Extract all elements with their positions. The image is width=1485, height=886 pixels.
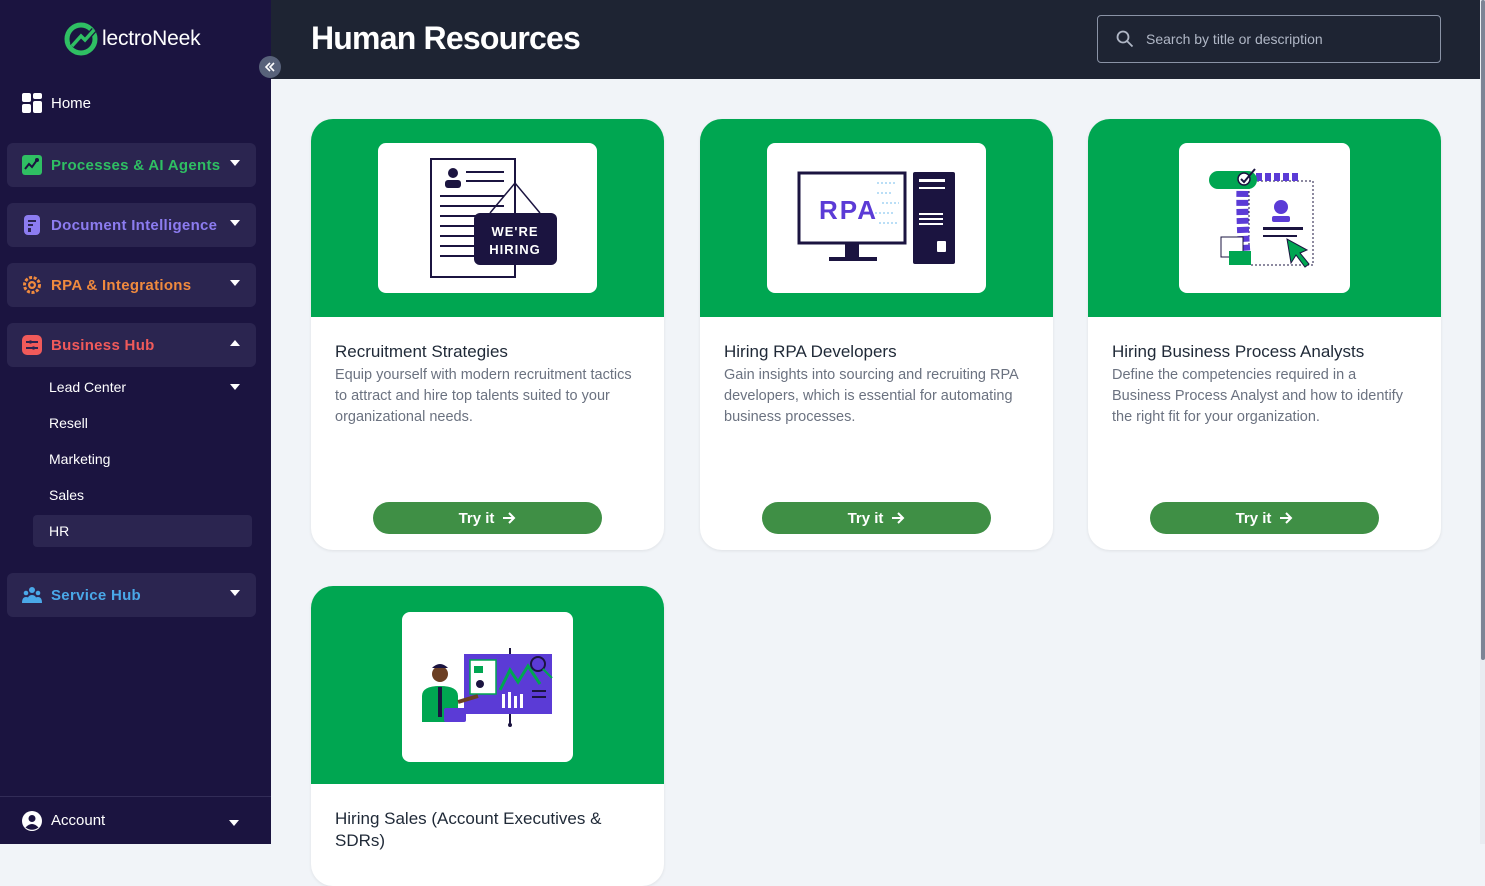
button-label: Try it [458, 509, 495, 527]
sidebar-item-home[interactable]: Home [22, 93, 91, 113]
sales-presentation-icon [422, 648, 553, 727]
sidebar-item-label: Home [51, 94, 92, 112]
user-avatar-icon [22, 810, 42, 831]
svg-text:WE'RE: WE'RE [491, 224, 538, 239]
electroneek-logo-icon [64, 22, 98, 56]
sidebar-item-hr[interactable]: HR [33, 515, 252, 547]
page-title: Human Resources [311, 20, 581, 56]
sidebar-item-label: Lead Center [49, 379, 127, 395]
chevron-down-icon [229, 820, 239, 826]
card-header [1088, 119, 1441, 317]
button-label: Try it [847, 509, 884, 527]
sidebar-group-processes[interactable]: Processes & AI Agents [7, 143, 256, 187]
card-header: RPA [700, 119, 1053, 317]
top-bar: Human Resources [271, 0, 1485, 79]
logo-text: lectroNeek [102, 27, 201, 50]
sidebar-group-rpa-integrations[interactable]: RPA & Integrations [7, 263, 256, 307]
card-title: Hiring Sales (Account Executives & SDRs) [335, 809, 602, 850]
document-icon [24, 215, 40, 235]
chevron-up-icon [230, 340, 240, 346]
sidebar-item-lead-center[interactable]: Lead Center [33, 371, 252, 403]
logo[interactable]: lectroNeek [64, 22, 201, 56]
card-description: Equip yourself with modern recruitment t… [335, 367, 632, 425]
sidebar-item-marketing[interactable]: Marketing [33, 443, 252, 475]
account-menu[interactable]: Account [0, 796, 271, 844]
course-card-recruitment-strategies[interactable]: WE'RE HIRING Recruitment Strategies Equi… [311, 119, 664, 550]
course-card-hiring-rpa-developers[interactable]: RPA Hiring RPA Developers Gain insights … [700, 119, 1053, 550]
card-illustration [402, 612, 573, 762]
card-header: WE'RE HIRING [311, 119, 664, 317]
sidebar-group-label: Business Hub [51, 336, 155, 354]
search-box[interactable] [1097, 15, 1441, 63]
business-icon [22, 335, 42, 355]
sidebar-group-document-intelligence[interactable]: Document Intelligence [7, 203, 256, 247]
chevron-down-icon [230, 160, 240, 166]
card-header [311, 586, 664, 784]
search-icon [1116, 30, 1134, 48]
svg-text:RPA: RPA [819, 195, 878, 225]
card-title: Hiring RPA Developers [724, 342, 897, 361]
course-card-hiring-sales[interactable]: Hiring Sales (Account Executives & SDRs) [311, 586, 664, 886]
card-illustration: WE'RE HIRING [378, 143, 597, 293]
rpa-computer-icon: RPA [797, 171, 955, 264]
double-chevron-left-icon [264, 62, 275, 72]
sidebar-item-label: Marketing [49, 451, 111, 467]
chevron-down-icon [230, 220, 240, 226]
card-title: Hiring Business Process Analysts [1112, 342, 1365, 361]
search-input[interactable] [1146, 31, 1426, 47]
sidebar-group-label: RPA & Integrations [51, 276, 192, 294]
card-title: Recruitment Strategies [335, 342, 508, 361]
arrow-right-icon [1280, 512, 1293, 524]
analyst-profile-icon [1209, 168, 1314, 268]
chevron-down-icon [230, 384, 240, 390]
card-description: Define the competencies required in a Bu… [1112, 367, 1403, 425]
sidebar-group-business-hub[interactable]: Business Hub [7, 323, 256, 367]
sidebar-item-resell[interactable]: Resell [33, 407, 252, 439]
processes-icon [22, 155, 42, 175]
button-label: Try it [1235, 509, 1272, 527]
try-it-button[interactable]: Try it [762, 502, 991, 534]
collapse-sidebar-button[interactable] [259, 56, 281, 78]
chevron-down-icon [230, 280, 240, 286]
gear-icon [23, 276, 41, 294]
arrow-right-icon [503, 512, 516, 524]
account-label: Account [51, 812, 106, 829]
sidebar-group-label: Service Hub [51, 586, 142, 604]
sidebar-item-label: Resell [49, 415, 88, 431]
home-grid-icon [22, 93, 42, 113]
card-illustration: RPA [767, 143, 986, 293]
scrollbar-thumb[interactable] [1481, 0, 1485, 660]
card-description: Gain insights into sourcing and recruiti… [724, 367, 1018, 425]
sidebar-item-sales[interactable]: Sales [33, 479, 252, 511]
try-it-button[interactable]: Try it [373, 502, 602, 534]
sidebar-group-label: Document Intelligence [51, 216, 218, 234]
try-it-button[interactable]: Try it [1150, 502, 1379, 534]
card-illustration [1179, 143, 1350, 293]
sidebar-item-label: Sales [49, 487, 85, 503]
chevron-down-icon [230, 590, 240, 596]
svg-text:HIRING: HIRING [489, 242, 541, 257]
sidebar: lectroNeek Home Processes & AI Agents Do… [0, 0, 271, 844]
sidebar-item-label: HR [49, 523, 70, 539]
arrow-right-icon [892, 512, 905, 524]
people-icon [22, 587, 42, 603]
course-card-hiring-business-process-analysts[interactable]: Hiring Business Process Analysts Define … [1088, 119, 1441, 550]
sidebar-group-service-hub[interactable]: Service Hub [7, 573, 256, 617]
hiring-sign-icon: WE'RE HIRING [430, 158, 557, 278]
sidebar-group-label: Processes & AI Agents [51, 156, 221, 174]
